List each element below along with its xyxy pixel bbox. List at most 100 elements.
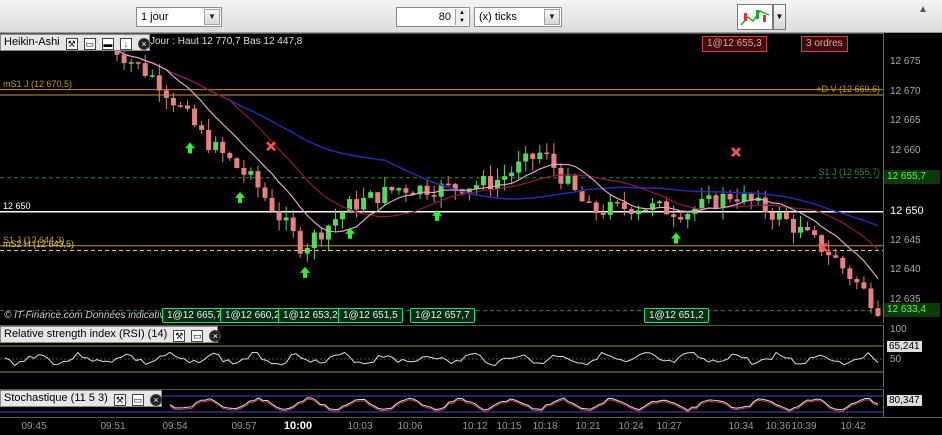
ticks-count-input[interactable]: 80 ▲ ▼	[396, 7, 470, 27]
candle-body	[769, 212, 775, 220]
orders-count-tag[interactable]: 3 ordres	[801, 36, 848, 52]
chevron-down-icon[interactable]: ▼	[544, 9, 560, 25]
candle-body	[657, 201, 663, 204]
down-arrow-icon[interactable]: ↓	[119, 38, 132, 50]
candle-body	[847, 268, 853, 280]
rsi-tick-50: 50	[890, 354, 902, 365]
time-tick-label: 09:45	[21, 421, 47, 432]
candle-body	[593, 202, 599, 213]
orders-price-tag[interactable]: 1@12 655,3	[702, 36, 767, 52]
candle-body	[530, 153, 536, 159]
price-tag: 12 633,4	[884, 302, 940, 317]
rsi-title-bar: Relative strength index (RSI) (14) ⚒ ▭ ×	[0, 326, 222, 343]
candle-body	[833, 255, 839, 258]
wrench-icon[interactable]: ⚒	[113, 394, 126, 406]
time-tick-label: 10:42	[840, 421, 866, 432]
candle-body	[241, 167, 247, 175]
candle-body	[375, 192, 381, 203]
candle-body	[565, 175, 571, 184]
price-chart	[0, 38, 883, 318]
candle-body	[741, 193, 747, 202]
chevron-down-icon[interactable]: ▼	[773, 4, 786, 30]
stochastic-pane[interactable]: Stochastique (11 5 3) ⚒ ▭ ×	[0, 389, 883, 417]
candle-body	[502, 176, 508, 180]
candle-body	[135, 62, 141, 64]
candle-body	[354, 199, 360, 210]
candle-body	[727, 193, 733, 200]
spinner-icon[interactable]: ▲ ▼	[455, 9, 468, 25]
price-tick-label: 12 650	[890, 204, 924, 217]
candle-body	[255, 171, 261, 188]
candle-body	[783, 212, 789, 220]
time-tick-label: 10:36	[765, 421, 791, 432]
window-controls-icon[interactable]: ▲	[918, 4, 942, 20]
price-tick-label: 12 660	[890, 145, 921, 157]
close-icon[interactable]: ×	[137, 38, 150, 50]
candle-body	[635, 210, 641, 215]
watermark: © IT-Finance.com Données indicatives	[4, 310, 175, 321]
sell-cross-icon	[266, 141, 276, 152]
candle-body	[403, 188, 409, 193]
candle-body	[685, 213, 691, 220]
candle-body	[600, 212, 606, 215]
candle-body	[551, 153, 557, 168]
candle-body	[290, 217, 296, 232]
price-tick-label: 12 670	[890, 85, 921, 97]
buy-arrow-icon	[185, 142, 195, 154]
stoch-title-bar: Stochastique (11 5 3) ⚒ ▭ ×	[0, 390, 162, 407]
candle-body	[776, 212, 782, 220]
candle-body	[297, 231, 303, 254]
trade-tag[interactable]: 1@12 665,7	[162, 308, 227, 323]
time-tick-label: 10:27	[656, 421, 682, 432]
maximize-icon[interactable]: ▭	[131, 394, 144, 406]
rsi-pane[interactable]: Relative strength index (RSI) (14) ⚒ ▭ ×	[0, 325, 883, 387]
rsi-scale[interactable]: 100 65,241 50	[883, 324, 942, 387]
maximize-icon[interactable]: ▭	[83, 38, 96, 50]
candle-body	[149, 75, 155, 77]
header-info: Jour : Haut 12 770,7 Bas 12 447,8	[150, 36, 303, 47]
price-chart-pane[interactable]: Heikin-Ashi ⚒ ▭ ▬ ↓ × Jour : Haut 12 770…	[0, 33, 883, 323]
candle-body	[445, 183, 451, 186]
time-tick-label: 10:39	[791, 421, 817, 432]
maximize-icon[interactable]: ▭	[191, 330, 204, 342]
candle-body	[812, 230, 818, 236]
trade-tag[interactable]: 1@12 657,7	[410, 308, 475, 323]
period-select[interactable]: 1 jour ▼	[136, 7, 222, 27]
buy-arrow-icon	[235, 191, 245, 203]
price-scale[interactable]: 12 67512 67012 66512 66012 65512 65012 6…	[883, 33, 942, 323]
trade-tag[interactable]: 1@12 651,2	[644, 308, 709, 323]
price-tick-label: 12 640	[890, 264, 921, 276]
unit-select[interactable]: (x) ticks ▼	[474, 7, 562, 27]
candle-body	[121, 54, 127, 63]
stochastic-scale[interactable]: 80,347	[883, 389, 942, 417]
time-tick-label: 10:34	[728, 421, 754, 432]
candle-body	[347, 199, 353, 213]
candle-body	[699, 198, 705, 209]
candle-body	[621, 202, 627, 209]
candle-body	[227, 152, 233, 159]
level-label-3: 12 650	[3, 200, 31, 211]
trade-tag[interactable]: 1@12 653,2	[278, 308, 343, 323]
chevron-down-icon[interactable]: ▼	[204, 9, 220, 25]
chart-type-button[interactable]	[737, 4, 773, 30]
minimize-icon[interactable]: ▬	[101, 38, 114, 50]
candle-body	[473, 185, 479, 189]
candle-body	[734, 199, 740, 202]
trade-tag[interactable]: 1@12 651,5	[338, 308, 403, 323]
time-tick-label: 10:03	[347, 421, 373, 432]
candle-body	[572, 175, 578, 191]
main-pane-title-bar: Heikin-Ashi ⚒ ▭ ▬ ↓ ×	[0, 34, 150, 51]
level-label-0: mS1 J (12 670,5)	[3, 78, 73, 89]
price-tag: 12 655,7	[884, 169, 940, 184]
trade-tag[interactable]: 1@12 660,2	[220, 308, 285, 323]
candle-body	[678, 216, 684, 220]
candle-body	[361, 197, 367, 210]
candle-body	[304, 248, 310, 254]
wrench-icon[interactable]: ⚒	[173, 330, 186, 342]
wrench-icon[interactable]: ⚒	[65, 38, 78, 50]
time-tick-label: 10:21	[575, 421, 601, 432]
close-icon[interactable]: ×	[209, 330, 222, 342]
close-icon[interactable]: ×	[149, 394, 162, 406]
time-axis[interactable]: 09:45 09:51 09:54 09:57 10:00 10:03 10:06 10:12…	[0, 417, 942, 435]
candle-body	[826, 251, 832, 256]
